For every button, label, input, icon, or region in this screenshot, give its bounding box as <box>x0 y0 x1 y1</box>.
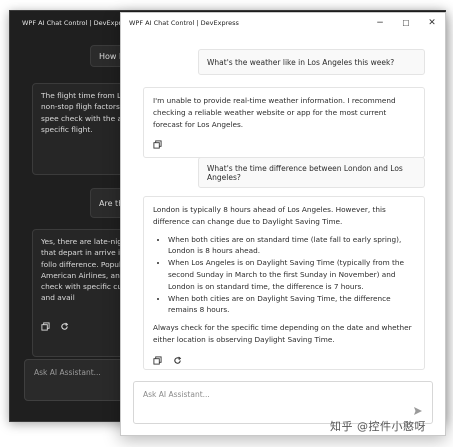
light-window-title: WPF AI Chat Control | DevExpress <box>129 19 239 27</box>
assistant-bullet-list: When both cities are on standard time (l… <box>153 234 415 317</box>
send-icon[interactable] <box>412 405 424 417</box>
copy-icon[interactable] <box>41 322 50 331</box>
assistant-message-2: London is typically 8 hours ahead of Los… <box>143 196 425 370</box>
assistant-text-2-intro: London is typically 8 hours ahead of Los… <box>153 205 386 226</box>
assistant-text-2-outro: Always check for the specific time depen… <box>153 323 412 344</box>
bullet-item: When Los Angeles is on Daylight Saving T… <box>168 257 415 292</box>
close-button[interactable]: ✕ <box>419 13 445 33</box>
assistant-message-1: I'm unable to provide real-time weather … <box>143 87 425 158</box>
chat-input-placeholder: Ask AI Assistant... <box>143 390 210 399</box>
copy-icon[interactable] <box>153 356 162 365</box>
user-message-2: What's the time difference between Londo… <box>198 157 425 188</box>
light-chat-window: WPF AI Chat Control | DevExpress − ☐ ✕ W… <box>120 12 446 436</box>
user-message-1: What's the weather like in Los Angeles t… <box>198 49 425 75</box>
assistant-text-1: I'm unable to provide real-time weather … <box>153 96 396 129</box>
copy-icon[interactable] <box>153 140 162 149</box>
regenerate-icon[interactable] <box>173 356 182 365</box>
maximize-button[interactable]: ☐ <box>393 13 419 33</box>
watermark: 知乎 @控件小憨呀 <box>330 420 426 433</box>
regenerate-icon[interactable] <box>60 322 69 331</box>
bullet-item: When both cities are on standard time (l… <box>168 234 415 258</box>
light-window-titlebar: WPF AI Chat Control | DevExpress − ☐ ✕ <box>121 13 445 33</box>
minimize-button[interactable]: − <box>367 13 393 33</box>
bullet-item: When both cities are on Daylight Saving … <box>168 293 415 317</box>
